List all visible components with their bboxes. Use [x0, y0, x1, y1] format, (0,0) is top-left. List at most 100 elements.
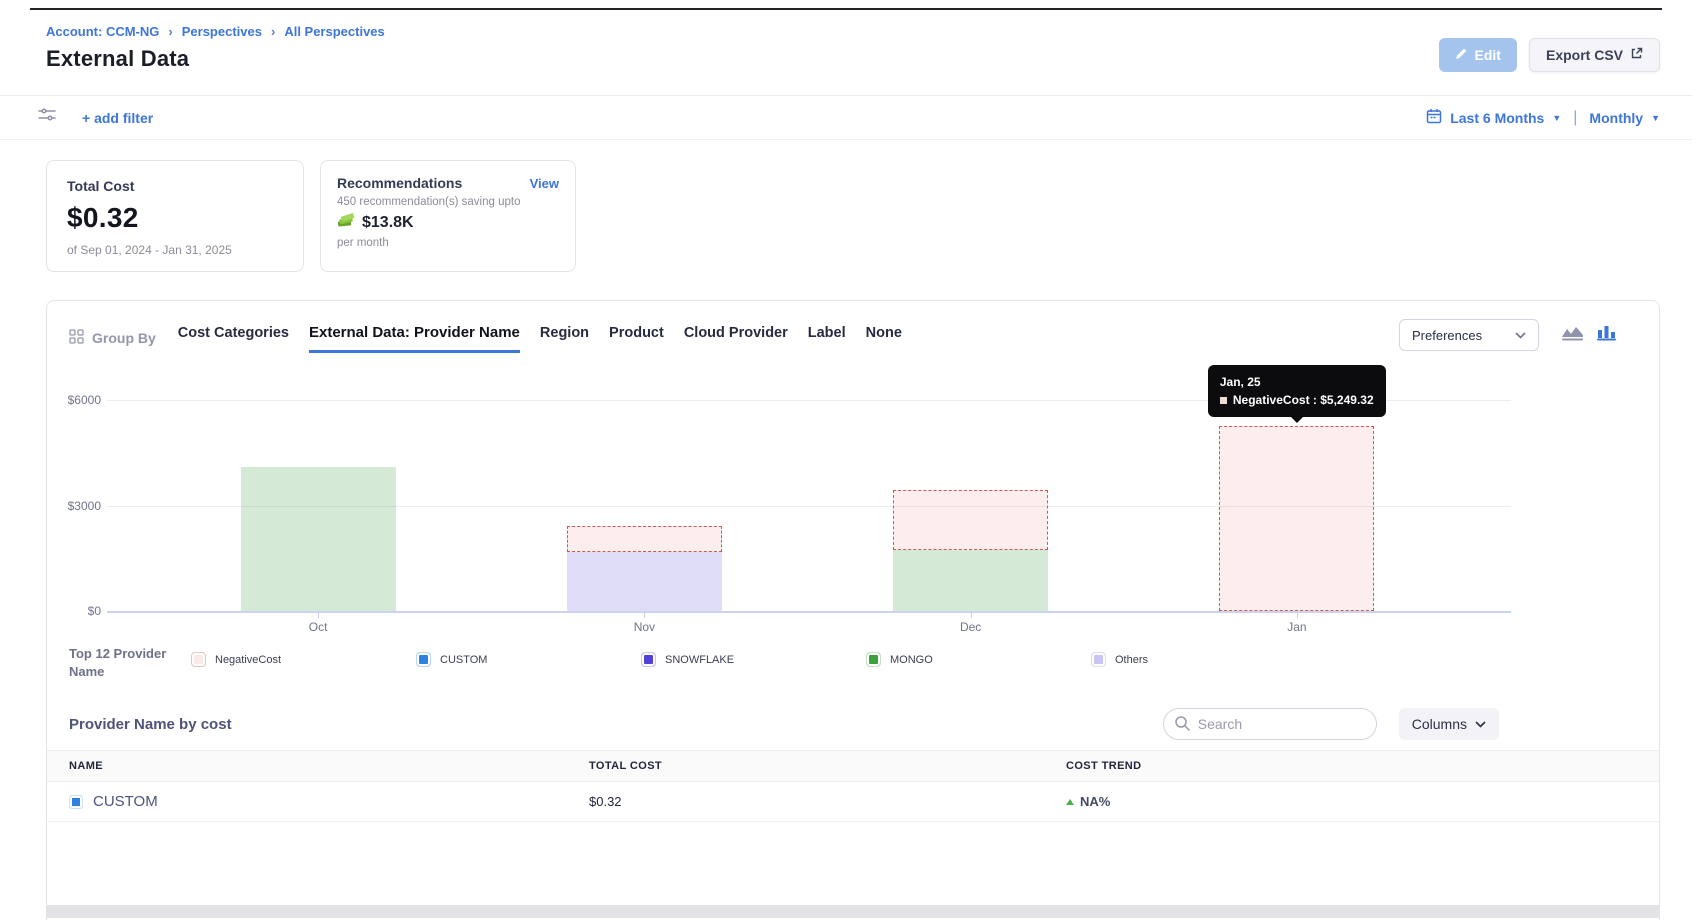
provider-table: NAMETOTAL COSTCOST TREND CUSTOM$0.32NA%	[47, 750, 1659, 822]
legend-item-others[interactable]: Others	[1091, 652, 1316, 667]
divider: |	[1573, 109, 1577, 127]
caret-down-icon[interactable]: ▼	[1552, 113, 1561, 123]
legend-label: SNOWFLAKE	[665, 654, 734, 666]
external-link-icon	[1630, 47, 1643, 63]
column-header-cost-trend[interactable]: COST TREND	[1066, 760, 1659, 772]
tab-external-data-provider-name[interactable]: External Data: Provider Name	[309, 324, 520, 353]
table-body: CUSTOM$0.32NA%	[47, 782, 1659, 822]
chart-x-axis: OctNovDecJan	[155, 611, 1460, 639]
edit-button-label: Edit	[1475, 47, 1501, 63]
tab-none[interactable]: None	[866, 325, 902, 353]
group-by-label: Group By	[69, 329, 156, 347]
filter-bar: + add filter Last 6 Months ▼ | Monthly ▼	[0, 95, 1692, 140]
add-filter-button[interactable]: + add filter	[82, 110, 153, 126]
bar-nov-snowflake[interactable]	[567, 552, 722, 611]
legend-title: Top 12 Provider Name	[69, 645, 191, 680]
header-actions: Edit Export CSV	[1439, 38, 1660, 72]
area-chart-toggle-icon[interactable]	[1561, 324, 1584, 346]
trend-up-icon	[1066, 799, 1074, 805]
granularity-dropdown[interactable]: Monthly	[1589, 110, 1643, 126]
bar-oct-mongo[interactable]	[241, 467, 396, 611]
tooltip-series-square-icon	[1220, 397, 1227, 404]
search-icon	[1174, 715, 1191, 737]
bar-chart-toggle-icon[interactable]	[1597, 324, 1616, 346]
group-by-row: Group By Cost Categories External Data: P…	[47, 301, 1659, 357]
tooltip-title: Jan, 25	[1220, 373, 1374, 391]
tab-cost-categories[interactable]: Cost Categories	[178, 325, 289, 353]
recommendations-card: Recommendations View 450 recommendation(…	[320, 160, 576, 272]
bar-dec-negativecost[interactable]	[893, 490, 1048, 550]
legend-item-snowflake[interactable]: SNOWFLAKE	[641, 652, 866, 667]
tooltip-line: NegativeCost : $5,249.32	[1220, 391, 1374, 409]
calendar-icon	[1426, 108, 1442, 127]
time-filters: Last 6 Months ▼ | Monthly ▼	[1426, 108, 1660, 127]
search-input[interactable]	[1163, 708, 1377, 740]
summary-cards: Total Cost $0.32 of Sep 01, 2024 - Jan 3…	[46, 160, 576, 272]
legend-item-negativecost[interactable]: NegativeCost	[191, 652, 416, 667]
x-axis-tick	[318, 613, 319, 618]
breadcrumb-all-perspectives[interactable]: All Perspectives	[284, 24, 384, 39]
export-csv-button[interactable]: Export CSV	[1529, 38, 1660, 72]
columns-button[interactable]: Columns	[1399, 708, 1499, 740]
legend-label: MONGO	[890, 654, 933, 666]
bar-jan-negativecost[interactable]	[1219, 426, 1374, 611]
page-header: Account: CCM-NG › Perspectives › All Per…	[46, 24, 1660, 72]
time-range-dropdown[interactable]: Last 6 Months	[1450, 110, 1544, 126]
recommendations-view-link[interactable]: View	[530, 176, 559, 191]
breadcrumb-account[interactable]: Account: CCM-NG	[46, 24, 159, 39]
window-top-border	[30, 8, 1662, 10]
total-cost-label: Total Cost	[67, 178, 283, 194]
preferences-label: Preferences	[1412, 328, 1482, 343]
breadcrumb-perspectives[interactable]: Perspectives	[182, 24, 262, 39]
total-cost-card: Total Cost $0.32 of Sep 01, 2024 - Jan 3…	[46, 160, 304, 272]
chart-plot: Jan, 25 NegativeCost : $5,249.32	[155, 379, 1460, 611]
chart-y-labels: $0$3000$6000	[47, 379, 101, 611]
page: Account: CCM-NG › Perspectives › All Per…	[0, 0, 1692, 920]
x-axis-label: Nov	[634, 620, 655, 634]
row-cost-trend: NA%	[1066, 794, 1659, 809]
x-axis-label: Jan	[1287, 620, 1306, 634]
money-icon	[337, 213, 355, 233]
preferences-dropdown[interactable]: Preferences	[1399, 319, 1539, 351]
pencil-icon	[1455, 47, 1468, 63]
table-header-row: NAMETOTAL COSTCOST TREND	[47, 750, 1659, 782]
tab-cloud-provider[interactable]: Cloud Provider	[684, 325, 788, 353]
search-box	[1163, 708, 1377, 740]
recommendations-subtitle: 450 recommendation(s) saving upto	[337, 196, 559, 208]
total-cost-value: $0.32	[67, 202, 283, 234]
filter-settings-icon[interactable]	[38, 107, 56, 128]
legend-item-mongo[interactable]: MONGO	[866, 652, 1091, 667]
chevron-right-icon: ›	[168, 24, 172, 39]
legend-label: NegativeCost	[215, 654, 281, 666]
groupby-tabs: Cost Categories External Data: Provider N…	[178, 324, 902, 353]
table-title: Provider Name by cost	[69, 716, 232, 733]
edit-button[interactable]: Edit	[1439, 38, 1517, 72]
chart-area: $0$3000$6000 Jan, 25 NegativeCost : $5,2…	[47, 379, 1659, 639]
row-total-cost: $0.32	[589, 794, 1066, 809]
legend-label: CUSTOM	[440, 654, 487, 666]
x-axis-tick	[971, 613, 972, 618]
row-name-cell: CUSTOM	[47, 793, 589, 810]
y-axis-tick: $6000	[68, 393, 101, 407]
tab-label[interactable]: Label	[808, 325, 846, 353]
caret-down-icon[interactable]: ▼	[1651, 113, 1660, 123]
grid-icon	[69, 329, 84, 347]
legend-item-custom[interactable]: CUSTOM	[416, 652, 641, 667]
tab-region[interactable]: Region	[540, 325, 589, 353]
tab-product[interactable]: Product	[609, 325, 664, 353]
row-swatch-icon	[69, 795, 83, 809]
x-axis-label: Dec	[960, 620, 981, 634]
bar-dec-mongo[interactable]	[893, 550, 1048, 611]
chart-legend: Top 12 Provider Name NegativeCost CUSTOM S…	[47, 639, 1659, 680]
chart-tooltip: Jan, 25 NegativeCost : $5,249.32	[1208, 365, 1386, 417]
page-title: External Data	[46, 46, 385, 72]
legend-swatch-snowflake-icon	[641, 652, 656, 667]
bar-nov-negativecost[interactable]	[567, 526, 722, 551]
bottom-scrollbar[interactable]	[46, 905, 1660, 918]
column-header-name[interactable]: NAME	[47, 760, 589, 772]
legend-swatch-negativecost-icon	[191, 652, 206, 667]
column-header-total-cost[interactable]: TOTAL COST	[589, 760, 1066, 772]
legend-swatch-custom-icon	[416, 652, 431, 667]
table-row[interactable]: CUSTOM$0.32NA%	[47, 782, 1659, 822]
x-axis-tick	[1297, 613, 1298, 618]
